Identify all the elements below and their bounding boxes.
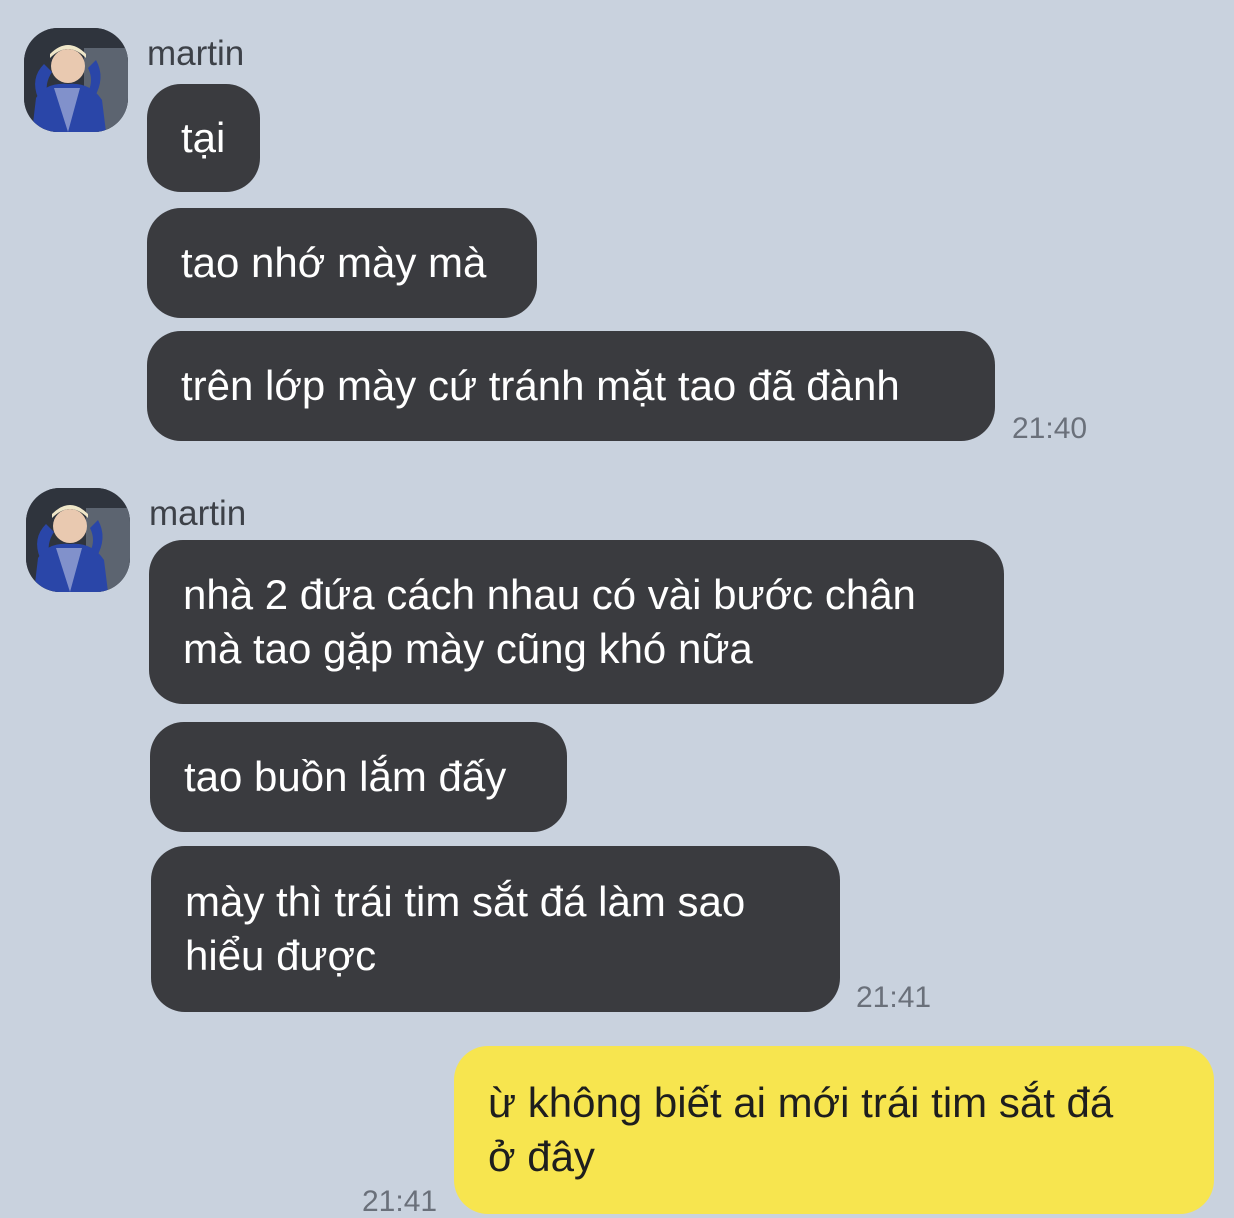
message-bubble[interactable]: nhà 2 đứa cách nhau có vài bước chân mà … [149, 540, 1004, 704]
message-bubble[interactable]: tao nhớ mày mà [147, 208, 537, 318]
avatar-photo-icon [26, 488, 130, 592]
message-timestamp: 21:41 [856, 981, 932, 1014]
sender-name: martin [147, 34, 245, 73]
message-bubble[interactable]: tại [147, 84, 260, 192]
avatar[interactable] [26, 488, 130, 592]
avatar-photo-icon [24, 28, 128, 132]
message-bubble[interactable]: tao buồn lắm đấy [150, 722, 567, 832]
outgoing-message-bubble[interactable]: ừ không biết ai mới trái tim sắt đá ở đâ… [454, 1046, 1214, 1214]
message-bubble[interactable]: mày thì trái tim sắt đá làm sao hiểu đượ… [151, 846, 840, 1012]
avatar[interactable] [24, 28, 128, 132]
sender-name: martin [149, 494, 247, 533]
message-timestamp: 21:40 [1012, 412, 1088, 445]
message-timestamp: 21:41 [362, 1185, 438, 1218]
message-bubble[interactable]: trên lớp mày cứ tránh mặt tao đã đành [147, 331, 995, 441]
